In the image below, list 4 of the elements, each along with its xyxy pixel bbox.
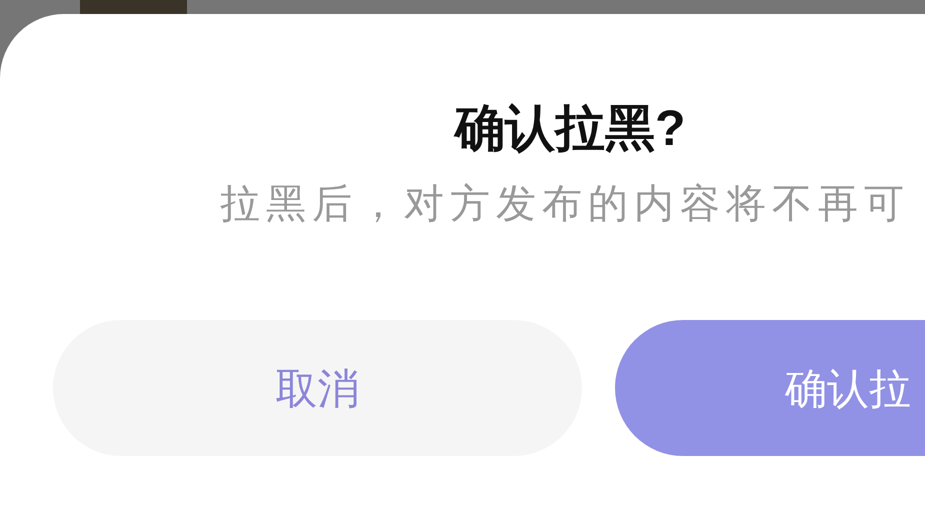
dialog-message: 拉黑后，对方发布的内容将不再可 xyxy=(220,182,910,226)
cancel-button[interactable]: 取消 xyxy=(53,320,582,456)
confirm-button[interactable]: 确认拉 xyxy=(615,320,925,456)
dialog-title: 确认拉黑? xyxy=(455,100,686,156)
